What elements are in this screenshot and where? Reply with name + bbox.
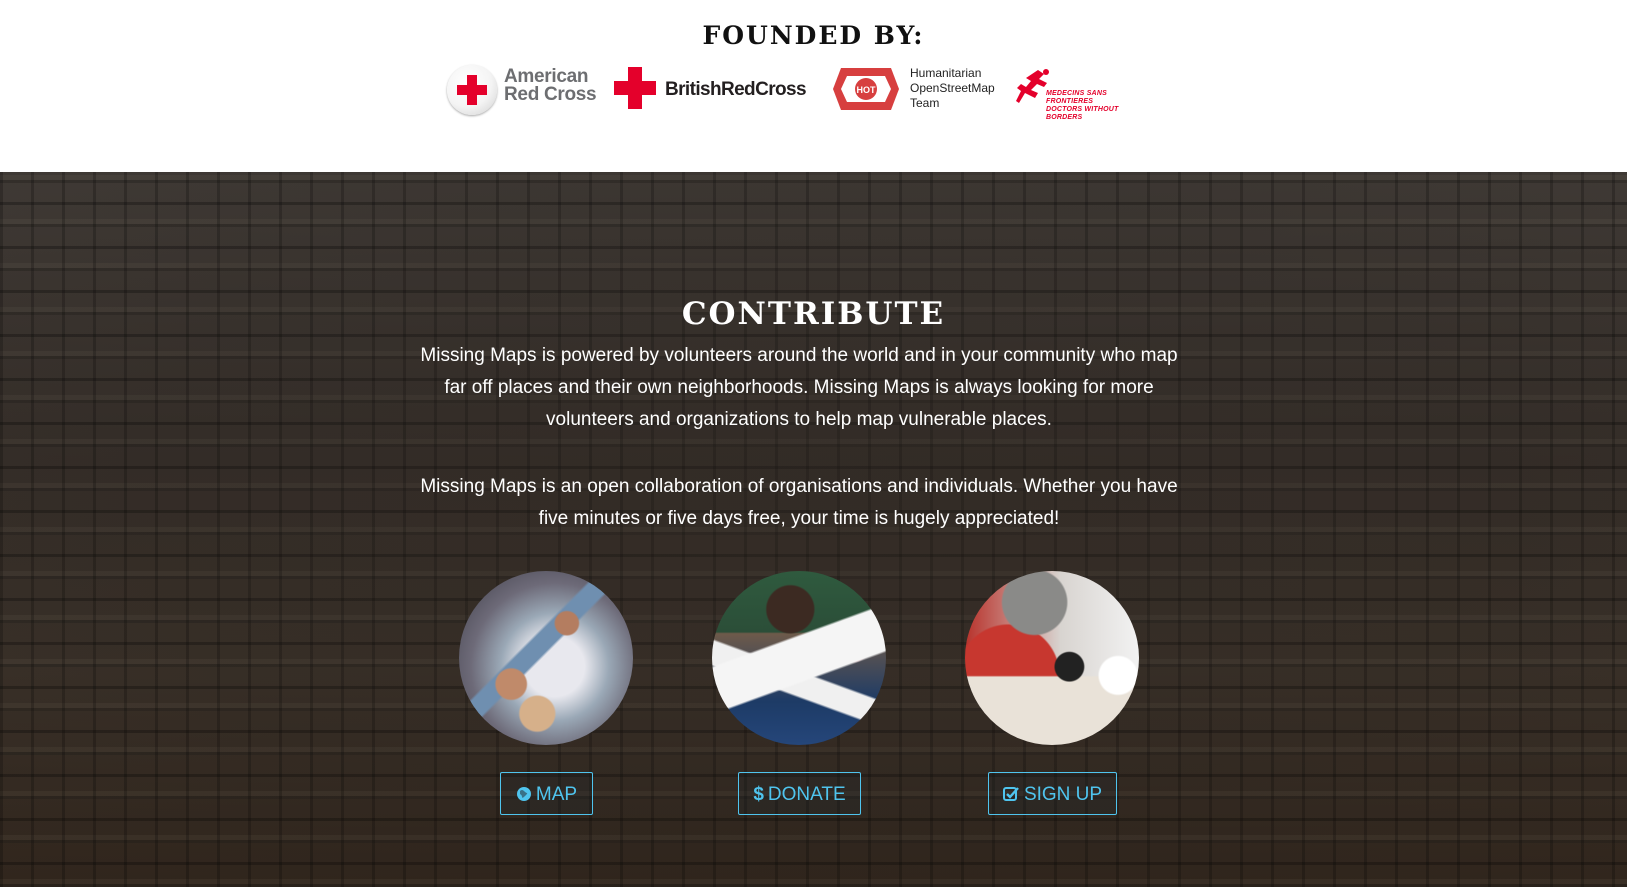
signup-photo (965, 571, 1139, 745)
map-button-label: MAP (535, 784, 578, 805)
sign-up-button[interactable]: SIGN UP (988, 772, 1117, 815)
globe-icon (516, 787, 531, 801)
hot-badge-icon: HOT (833, 68, 899, 110)
map-button[interactable]: MAP (500, 772, 593, 815)
british-red-cross-wordmark: BritishRedCross (665, 79, 807, 100)
contribute-paragraph-2: Missing Maps is an open collaboration of… (420, 476, 1178, 529)
red-cross-icon (614, 67, 656, 109)
contribute-title: CONTRIBUTE (681, 295, 946, 332)
signup-photo-card (964, 571, 1140, 745)
mapathon-photo (459, 571, 633, 745)
dollar-icon: $ (753, 784, 764, 805)
donate-button[interactable]: $ DONATE (738, 772, 861, 815)
contribute-section: CONTRIBUTE Missing Maps is powered by vo… (0, 172, 1627, 887)
sign-up-button-label: SIGN UP (1023, 784, 1103, 805)
contribute-paragraph-1: Missing Maps is powered by volunteers ar… (420, 345, 1178, 430)
founder-logos: American Red Cross BritishRedCross HOT H… (0, 55, 1627, 125)
british-red-cross-logo[interactable]: BritishRedCross (614, 55, 814, 125)
american-red-cross-logo[interactable]: American Red Cross (447, 55, 599, 125)
msf-logo[interactable]: MEDECINS SANS FRONTIERES DOCTORS WITHOUT… (1016, 55, 1146, 125)
donate-photo-card (711, 571, 887, 745)
donate-photo (712, 571, 886, 745)
founded-by-section: FOUNDED BY: American Red Cross BritishRe… (0, 0, 1627, 172)
hot-logo[interactable]: HOT Humanitarian OpenStreetMap Team (833, 55, 1008, 125)
red-cross-emblem-icon (447, 65, 497, 115)
founded-by-title: FOUNDED BY: (702, 20, 925, 50)
svg-text:HOT: HOT (857, 85, 877, 95)
msf-wordmark: MEDECINS SANS FRONTIERES DOCTORS WITHOUT… (1046, 90, 1119, 121)
donate-button-label: DONATE (767, 784, 846, 805)
map-photo-card (458, 571, 634, 745)
hot-wordmark: Humanitarian OpenStreetMap Team (910, 66, 995, 110)
american-red-cross-wordmark: American Red Cross (504, 66, 597, 105)
checkbox-icon (1002, 787, 1019, 801)
